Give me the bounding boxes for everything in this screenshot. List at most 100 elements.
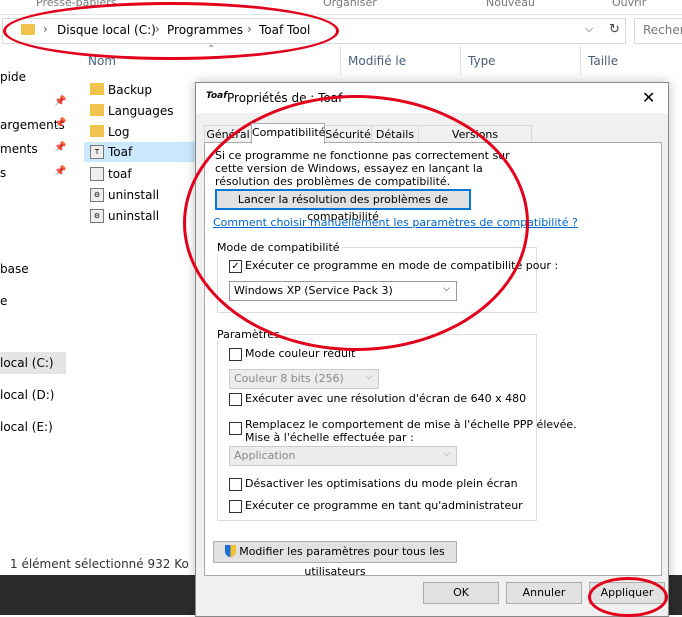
file-icon bbox=[90, 167, 104, 181]
nav-item-documents[interactable]: ments bbox=[0, 142, 38, 156]
breadcrumb-programs[interactable]: Programmes bbox=[167, 23, 243, 37]
res-640-label: Exécuter avec une résolution d'écran de … bbox=[245, 392, 527, 405]
refresh-icon[interactable]: ↻ bbox=[609, 22, 620, 37]
search-input[interactable]: Recherc bbox=[634, 18, 682, 44]
ribbon-tab-open[interactable]: Ouvrir bbox=[612, 0, 646, 9]
settings-label: Paramètres bbox=[215, 328, 282, 341]
admin-checkbox[interactable] bbox=[229, 500, 242, 513]
address-row: › Disque local (C:) › Programmes › Toaf … bbox=[0, 16, 682, 46]
column-divider bbox=[340, 46, 341, 76]
nav-item-drive-e[interactable]: local (E:) bbox=[0, 420, 53, 434]
app-icon: T bbox=[90, 145, 104, 159]
dpi-override-label-2: Mise à l'échelle effectuée par : bbox=[245, 431, 414, 444]
tab-compatibility[interactable]: Compatibilité bbox=[251, 123, 325, 144]
nav-item-drive-c[interactable]: local (C:) bbox=[0, 352, 66, 374]
ribbon-tab-organize[interactable]: Organiser bbox=[323, 0, 377, 9]
pin-icon: 📌 bbox=[54, 166, 67, 177]
troubleshoot-button[interactable]: Lancer la résolution des problèmes de co… bbox=[215, 189, 471, 223]
folder-icon bbox=[90, 83, 104, 95]
chevron-down-icon: ⌵ bbox=[365, 372, 372, 382]
column-header-type[interactable]: Type bbox=[468, 54, 496, 68]
nav-item-base[interactable]: base bbox=[0, 262, 29, 276]
navigation-pane: pide 📌 argements 📌 ments 📌 s 📌 base e lo… bbox=[0, 46, 70, 566]
all-users-button-label: Modifier les paramètres pour tous les ut… bbox=[239, 545, 445, 578]
tab-previous-versions[interactable]: Versions précédentes bbox=[418, 125, 532, 158]
chevron-right-icon: › bbox=[43, 22, 48, 36]
chevron-down-icon[interactable]: ⌵ bbox=[585, 22, 593, 36]
chevron-right-icon: › bbox=[247, 22, 252, 36]
os-select[interactable]: Windows XP (Service Pack 3) ⌵ bbox=[229, 281, 457, 301]
shield-icon bbox=[225, 545, 237, 557]
folder-icon bbox=[90, 125, 104, 137]
nav-item-e[interactable]: e bbox=[0, 294, 7, 308]
compat-mode-label: Mode de compatibilité bbox=[215, 241, 342, 254]
pin-icon: 📌 bbox=[54, 96, 67, 107]
reduced-color-label: Mode couleur réduit bbox=[245, 347, 356, 360]
chevron-right-icon: › bbox=[155, 22, 160, 36]
tab-general[interactable]: Général bbox=[204, 125, 252, 143]
all-users-button[interactable]: Modifier les paramètres pour tous les ut… bbox=[213, 541, 457, 578]
tab-security[interactable]: Sécurité bbox=[324, 125, 372, 143]
nav-item-quick-access[interactable]: pide bbox=[0, 70, 26, 84]
column-header-name[interactable]: Nom bbox=[88, 54, 116, 68]
compat-info-text: Si ce programme ne fonctionne pas correc… bbox=[215, 149, 510, 188]
pin-icon: 📌 bbox=[54, 142, 67, 153]
dialog-title-bar[interactable]: Toaf Propriétés de : Toaf ✕ bbox=[196, 83, 668, 113]
column-header-size[interactable]: Taille bbox=[588, 54, 618, 68]
column-divider bbox=[460, 46, 461, 76]
compatibility-panel: Si ce programme ne fonctionne pas correc… bbox=[204, 142, 662, 578]
file-name: toaf bbox=[108, 167, 132, 181]
nav-item-pictures[interactable]: s bbox=[0, 166, 6, 180]
file-row[interactable]: Languages bbox=[88, 101, 198, 121]
res-640-checkbox[interactable] bbox=[229, 393, 242, 406]
fullscreen-label: Désactiver les optimisations du mode ple… bbox=[245, 477, 518, 490]
status-bar: 1 élément sélectionné 932 Ko bbox=[10, 557, 189, 571]
file-row[interactable]: toaf bbox=[88, 164, 198, 184]
file-row[interactable]: ⚙ uninstall bbox=[88, 206, 198, 226]
breadcrumb-toaf-tool[interactable]: Toaf Tool bbox=[259, 23, 310, 37]
column-header-modified[interactable]: Modifié le bbox=[348, 54, 406, 68]
reduced-color-checkbox[interactable] bbox=[229, 348, 242, 361]
compat-mode-checkbox-label: Exécuter ce programme en mode de compati… bbox=[245, 259, 559, 272]
file-name: Languages bbox=[108, 104, 174, 118]
file-row-selected[interactable]: T Toaf bbox=[84, 142, 198, 162]
file-row[interactable]: Backup bbox=[88, 80, 198, 100]
address-bar[interactable]: › Disque local (C:) › Programmes › Toaf … bbox=[2, 18, 626, 44]
dpi-select-value: Application bbox=[234, 449, 296, 462]
file-row[interactable]: Log bbox=[88, 122, 198, 142]
setup-icon: ⚙ bbox=[90, 209, 104, 223]
file-name: Backup bbox=[108, 83, 152, 97]
dpi-override-label: Remplacez le comportement de mise à l'éc… bbox=[245, 418, 577, 431]
ok-button[interactable]: OK bbox=[423, 582, 499, 604]
toaf-app-icon: Toaf bbox=[206, 91, 228, 101]
dialog-title: Propriétés de : Toaf bbox=[227, 91, 343, 105]
manual-settings-link[interactable]: Comment choisir manuellement les paramèt… bbox=[213, 216, 578, 229]
fullscreen-checkbox[interactable] bbox=[229, 478, 242, 491]
file-name: Log bbox=[108, 125, 130, 139]
compat-mode-group bbox=[217, 247, 537, 313]
file-row[interactable]: ⚙ uninstall bbox=[88, 185, 198, 205]
nav-item-drive-d[interactable]: local (D:) bbox=[0, 388, 54, 402]
ribbon-tab-clipboard[interactable]: Presse-papiers bbox=[36, 0, 116, 9]
cancel-button[interactable]: Annuler bbox=[506, 582, 582, 604]
chevron-down-icon: ⌵ bbox=[443, 284, 450, 294]
breadcrumb-drive[interactable]: Disque local (C:) bbox=[57, 23, 156, 37]
close-icon[interactable]: ✕ bbox=[642, 88, 655, 107]
dpi-override-checkbox[interactable] bbox=[229, 422, 242, 435]
tab-details[interactable]: Détails bbox=[371, 125, 419, 143]
column-divider bbox=[580, 46, 581, 76]
sort-caret-icon: ⌃ bbox=[207, 44, 216, 55]
search-placeholder: Recherc bbox=[643, 23, 682, 37]
apply-button[interactable]: Appliquer bbox=[589, 582, 665, 604]
color-depth-value: Couleur 8 bits (256) bbox=[234, 372, 344, 385]
dpi-select: Application ⌵ bbox=[229, 446, 457, 466]
file-name: uninstall bbox=[108, 209, 160, 223]
ribbon-tab-new[interactable]: Nouveau bbox=[486, 0, 535, 9]
file-name: uninstall bbox=[108, 188, 160, 202]
compat-mode-checkbox[interactable]: ✓ bbox=[229, 260, 242, 273]
ribbon-strip: Presse-papiers Organiser Nouveau Ouvrir bbox=[0, 0, 682, 15]
setup-icon: ⚙ bbox=[90, 188, 104, 202]
file-name: Toaf bbox=[108, 145, 133, 159]
properties-dialog: Toaf Propriétés de : Toaf ✕ Général Comp… bbox=[195, 82, 669, 617]
folder-icon bbox=[90, 104, 104, 116]
